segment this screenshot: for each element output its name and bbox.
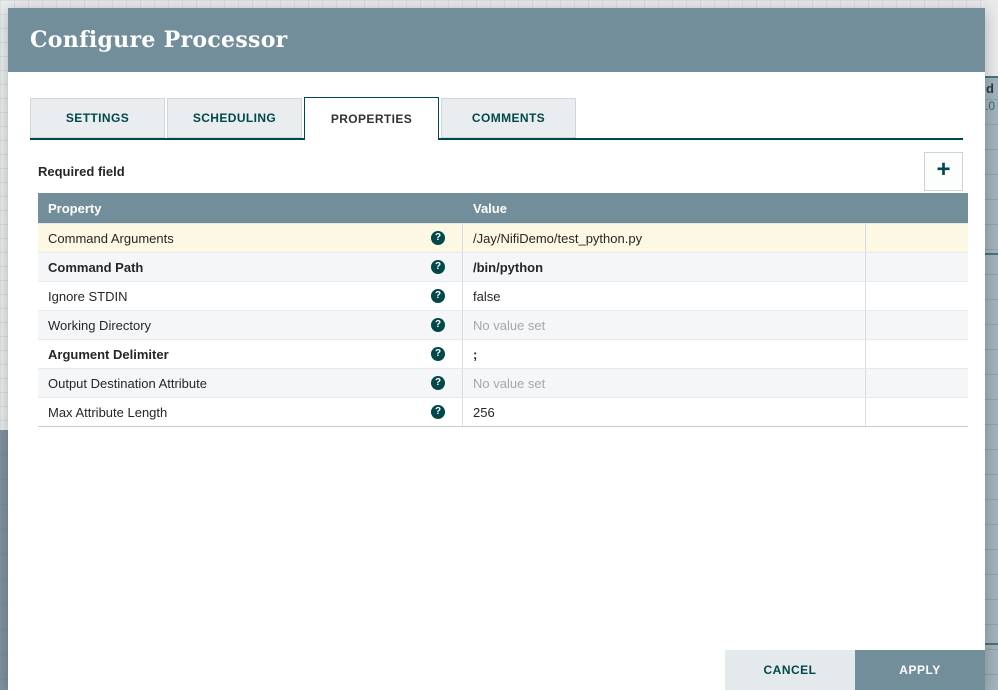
value-cell[interactable]: /bin/python — [463, 253, 866, 281]
property-value: 256 — [473, 404, 495, 420]
value-cell[interactable]: No value set — [463, 311, 866, 339]
extra-cell — [866, 253, 968, 281]
toolbar-row: Required field + — [30, 149, 963, 193]
background-fragment-value: .0 — [985, 99, 996, 113]
property-name: Output Destination Attribute — [48, 375, 207, 391]
plus-icon: + — [936, 156, 951, 183]
dialog-footer: CANCEL APPLY — [725, 650, 985, 690]
property-value: /Jay/NifiDemo/test_python.py — [473, 230, 643, 246]
property-value: No value set — [473, 375, 546, 391]
extra-cell — [866, 398, 968, 426]
property-cell: Argument Delimiter ? — [38, 340, 463, 368]
column-header-value: Value — [473, 200, 507, 216]
tab-properties[interactable]: PROPERTIES — [304, 97, 439, 140]
property-cell: Output Destination Attribute ? — [38, 369, 463, 397]
table-body: Command Arguments ? /Jay/NifiDemo/test_p… — [38, 223, 968, 426]
property-value: No value set — [473, 317, 546, 333]
tab-scheduling[interactable]: SCHEDULING — [167, 98, 302, 138]
background-divider — [985, 253, 998, 255]
background-canvas-strip — [0, 430, 8, 690]
table-row[interactable]: Working Directory ? No value set — [38, 310, 968, 339]
background-canvas-strip: d .0 — [985, 0, 998, 690]
tab-comments[interactable]: COMMENTS — [441, 98, 576, 138]
table-header-row: Property Value — [38, 193, 968, 223]
property-cell: Command Arguments ? — [38, 224, 463, 252]
property-cell: Max Attribute Length ? — [38, 398, 463, 426]
value-cell[interactable]: ; — [463, 340, 866, 368]
table-row[interactable]: Argument Delimiter ? ; — [38, 339, 968, 368]
extra-cell — [866, 282, 968, 310]
dialog-body: SETTINGS SCHEDULING PROPERTIES COMMENTS … — [8, 97, 985, 427]
property-name: Command Arguments — [48, 230, 174, 246]
property-name: Argument Delimiter — [48, 346, 169, 362]
help-icon[interactable]: ? — [431, 260, 445, 274]
tab-label: SETTINGS — [65, 111, 130, 125]
property-cell: Command Path ? — [38, 253, 463, 281]
help-icon[interactable]: ? — [431, 289, 445, 303]
help-icon[interactable]: ? — [431, 318, 445, 332]
table-row[interactable]: Max Attribute Length ? 256 — [38, 397, 968, 426]
property-name: Command Path — [48, 259, 144, 275]
value-cell[interactable]: false — [463, 282, 866, 310]
tab-label: COMMENTS — [471, 111, 546, 125]
property-name: Ignore STDIN — [48, 288, 128, 304]
dialog-header: Configure Processor — [8, 8, 985, 72]
property-name: Max Attribute Length — [48, 404, 168, 420]
property-cell: Working Directory ? — [38, 311, 463, 339]
cancel-button[interactable]: CANCEL — [725, 650, 855, 690]
property-cell: Ignore STDIN ? — [38, 282, 463, 310]
add-property-button[interactable]: + — [924, 151, 963, 191]
value-cell[interactable]: /Jay/NifiDemo/test_python.py — [463, 224, 866, 252]
tab-label: PROPERTIES — [330, 112, 413, 126]
tab-settings[interactable]: SETTINGS — [30, 98, 165, 138]
column-header-property: Property — [48, 200, 102, 216]
property-value: /bin/python — [473, 259, 544, 275]
extra-cell — [866, 311, 968, 339]
tab-label: SCHEDULING — [192, 111, 277, 125]
background-divider — [985, 643, 998, 645]
value-cell[interactable]: No value set — [463, 369, 866, 397]
apply-button[interactable]: APPLY — [855, 650, 985, 690]
property-value: ; — [473, 346, 478, 362]
extra-cell — [866, 340, 968, 368]
table-row[interactable]: Command Path ? /bin/python — [38, 252, 968, 281]
help-icon[interactable]: ? — [431, 376, 445, 390]
value-cell[interactable]: 256 — [463, 398, 866, 426]
background-fragment-text: d — [986, 81, 994, 96]
dialog-title: Configure Processor — [30, 27, 288, 53]
required-field-label: Required field — [38, 163, 125, 179]
property-value: false — [473, 288, 501, 304]
configure-processor-dialog: Configure Processor SETTINGS SCHEDULING … — [8, 8, 985, 690]
tab-bar: SETTINGS SCHEDULING PROPERTIES COMMENTS — [30, 97, 963, 140]
table-row[interactable]: Command Arguments ? /Jay/NifiDemo/test_p… — [38, 223, 968, 252]
table-row[interactable]: Ignore STDIN ? false — [38, 281, 968, 310]
help-icon[interactable]: ? — [431, 405, 445, 419]
table-row[interactable]: Output Destination Attribute ? No value … — [38, 368, 968, 397]
background-canvas-grid — [985, 0, 998, 78]
properties-table: Property Value Command Arguments ? /Jay/… — [38, 193, 968, 427]
help-icon[interactable]: ? — [431, 231, 445, 245]
extra-cell — [866, 369, 968, 397]
help-icon[interactable]: ? — [431, 347, 445, 361]
extra-cell — [866, 224, 968, 252]
property-name: Working Directory — [48, 317, 152, 333]
